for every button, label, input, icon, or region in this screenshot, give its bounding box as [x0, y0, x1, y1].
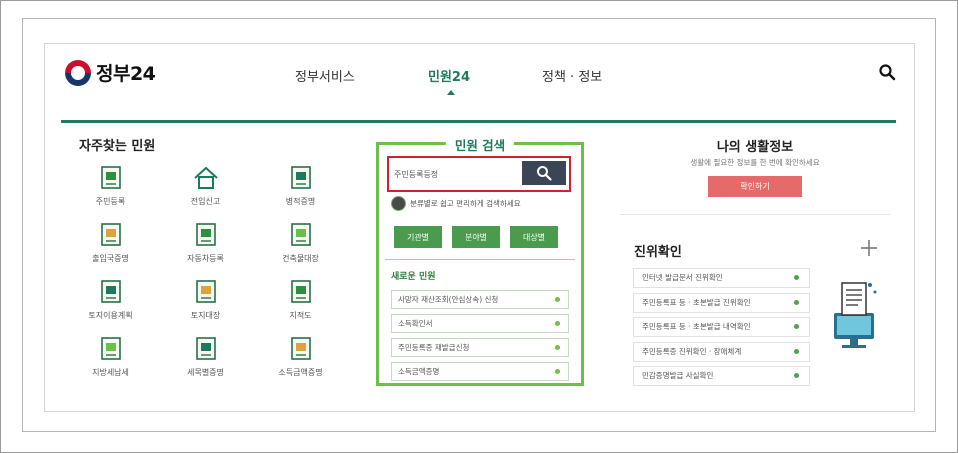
bullet-icon	[794, 324, 799, 329]
frequent-item[interactable]: 주민등록	[63, 165, 158, 222]
taegeuk-logo-icon	[65, 59, 91, 86]
auth-item[interactable]: 주민등록증 진위확인 · 장애체계	[633, 341, 810, 362]
tax-certificate-icon	[195, 337, 216, 360]
frequent-item-label: 건축물대장	[282, 254, 319, 263]
search-icon[interactable]	[878, 63, 896, 81]
by-field-button[interactable]: 분야별	[452, 226, 500, 248]
auth-item-label: 주민등록증 진위확인 · 장애체계	[642, 346, 742, 356]
search-help: 분류별로 쉽고 편리하게 검색하세요	[391, 196, 521, 211]
land-register-icon	[195, 280, 216, 303]
frequent-item-label: 병적증명	[285, 197, 316, 206]
active-nav-marker	[447, 90, 455, 95]
frequent-item-label: 세목별증명	[187, 368, 224, 377]
gov24-logo[interactable]: 정부24	[65, 59, 156, 86]
frequent-item[interactable]: 전입신고	[158, 165, 253, 222]
new-service-item[interactable]: 소득확인서	[391, 314, 569, 333]
frequent-item-label: 소득금액증명	[278, 368, 323, 377]
cadastral-map-icon	[290, 280, 311, 303]
local-tax-icon	[100, 337, 121, 360]
auth-item[interactable]: 주민등록표 등 · 초본발급 내역확인	[633, 317, 810, 337]
military-record-icon	[290, 166, 311, 189]
bullet-icon	[555, 345, 560, 350]
frequent-item[interactable]: 토지이용계획	[63, 279, 158, 336]
bullet-icon	[555, 297, 560, 302]
auth-item-label: 인터넷 발급문서 진위확인	[642, 273, 723, 282]
life-info-title: 나의 생활정보	[716, 140, 794, 155]
frequent-item[interactable]: 건축물대장	[253, 222, 348, 279]
help-icon	[391, 196, 406, 211]
frequent-item[interactable]: 자동차등록	[158, 222, 253, 279]
frequent-item[interactable]: 지방세납세	[63, 336, 158, 393]
civil-search-panel: 민원 검색 분류별로 쉽고 편리하게 검색하세요 기관별 분야별 대상별 새로운…	[376, 135, 584, 386]
frequent-item-label: 토지대장	[190, 311, 221, 320]
nav-policy-info[interactable]: 정책 · 정보	[542, 66, 602, 85]
civil-search-title: 민원 검색	[445, 135, 515, 154]
resident-registration-icon	[100, 166, 121, 189]
civil-search-input[interactable]	[392, 162, 516, 186]
by-agency-button[interactable]: 기관별	[394, 226, 442, 248]
frequent-item-label: 주민등록	[95, 197, 126, 206]
frequent-item[interactable]: 지적도	[253, 279, 348, 336]
income-certificate-icon	[290, 337, 311, 360]
frequent-item[interactable]: 세목별증명	[158, 336, 253, 393]
auth-item-label: 민감증명발급 사실확인	[642, 371, 714, 380]
magnifier-icon	[537, 166, 552, 181]
frequent-grid: 주민등록 전입신고 병적증명출입국증명 자동차등록 건축물대장토지이용계획 토지대장 지적도…	[63, 165, 348, 393]
new-service-label: 소득확인서	[398, 319, 433, 328]
authenticity-panel: 진위확인 인터넷 발급문서 진위확인 주민등록표 등 · 초본발급 진위확인 주…	[620, 214, 890, 386]
authenticity-title: 진위확인	[634, 245, 682, 260]
frequent-item-label: 자동차등록	[187, 254, 224, 263]
bullet-icon	[794, 299, 799, 305]
building-register-icon	[290, 223, 311, 246]
auth-item[interactable]: 주민등록표 등 · 초본발급 진위확인	[633, 292, 810, 313]
search-submit-button[interactable]	[522, 161, 566, 185]
bullet-icon	[794, 373, 799, 378]
new-service-label: 주민등록증 재발급신청	[398, 343, 470, 352]
new-service-item[interactable]: 주민등록증 재발급신청	[391, 338, 569, 357]
new-services-title: 새로운 민원	[391, 272, 436, 282]
frequent-item-label: 토지이용계획	[88, 311, 133, 320]
frequent-item[interactable]: 소득금액증명	[253, 336, 348, 393]
bullet-icon	[555, 321, 560, 326]
frequent-item-label: 지적도	[289, 311, 312, 320]
new-service-item[interactable]: 소득금액증명	[391, 362, 569, 381]
auth-item-label: 주민등록표 등 · 초본발급 진위확인	[642, 297, 751, 307]
category-buttons: 기관별 분야별 대상별	[394, 226, 558, 248]
monitor-document-icon	[834, 282, 877, 348]
new-service-label: 사망자 재산조회(안심상속) 신청	[398, 295, 499, 304]
nav-gov-services[interactable]: 정부서비스	[295, 66, 355, 85]
bullet-icon	[794, 275, 799, 280]
plus-icon[interactable]	[860, 239, 878, 257]
life-info-check-button[interactable]: 확인하기	[708, 176, 802, 197]
frequent-item[interactable]: 출입국증명	[63, 222, 158, 279]
logo-text: 정부24	[96, 63, 156, 85]
gov24-page: 정부24 정부서비스 민원24 정책 · 정보 자주찾는 민원 주민등록 전입신고…	[44, 43, 915, 412]
auth-item-label: 주민등록표 등 · 초본발급 내역확인	[642, 322, 751, 331]
new-service-item[interactable]: 사망자 재산조회(안심상속) 신청	[391, 290, 569, 309]
frequent-title: 자주찾는 민원	[79, 139, 156, 154]
auth-item[interactable]: 민감증명발급 사실확인	[633, 366, 810, 386]
land-use-icon	[100, 280, 121, 303]
house-icon	[193, 166, 218, 189]
search-divider	[385, 259, 575, 260]
frequent-item-label: 출입국증명	[92, 254, 129, 263]
header-divider	[61, 120, 896, 123]
bullet-icon	[555, 369, 560, 374]
by-target-button[interactable]: 대상별	[510, 226, 558, 248]
frequent-item[interactable]: 병적증명	[253, 165, 348, 222]
frequent-item-label: 지방세납세	[92, 368, 129, 377]
life-info-desc: 생활에 필요한 정보를 한 번에 확인하세요	[690, 158, 820, 167]
nav-minwon24[interactable]: 민원24	[428, 66, 470, 85]
frequent-item[interactable]: 토지대장	[158, 279, 253, 336]
search-box	[387, 156, 571, 192]
bullet-icon	[794, 348, 799, 354]
authenticity-list: 인터넷 발급문서 진위확인 주민등록표 등 · 초본발급 진위확인 주민등록표 …	[633, 268, 810, 391]
passport-icon	[100, 223, 121, 246]
new-services-list: 사망자 재산조회(안심상속) 신청 소득확인서 주민등록증 재발급신청 소득금액…	[391, 290, 569, 386]
frequent-item-label: 전입신고	[190, 197, 221, 206]
search-help-text: 분류별로 쉽고 편리하게 검색하세요	[410, 199, 521, 208]
new-service-label: 소득금액증명	[398, 367, 440, 376]
auth-item[interactable]: 인터넷 발급문서 진위확인	[633, 268, 810, 288]
car-registration-icon	[195, 223, 216, 246]
